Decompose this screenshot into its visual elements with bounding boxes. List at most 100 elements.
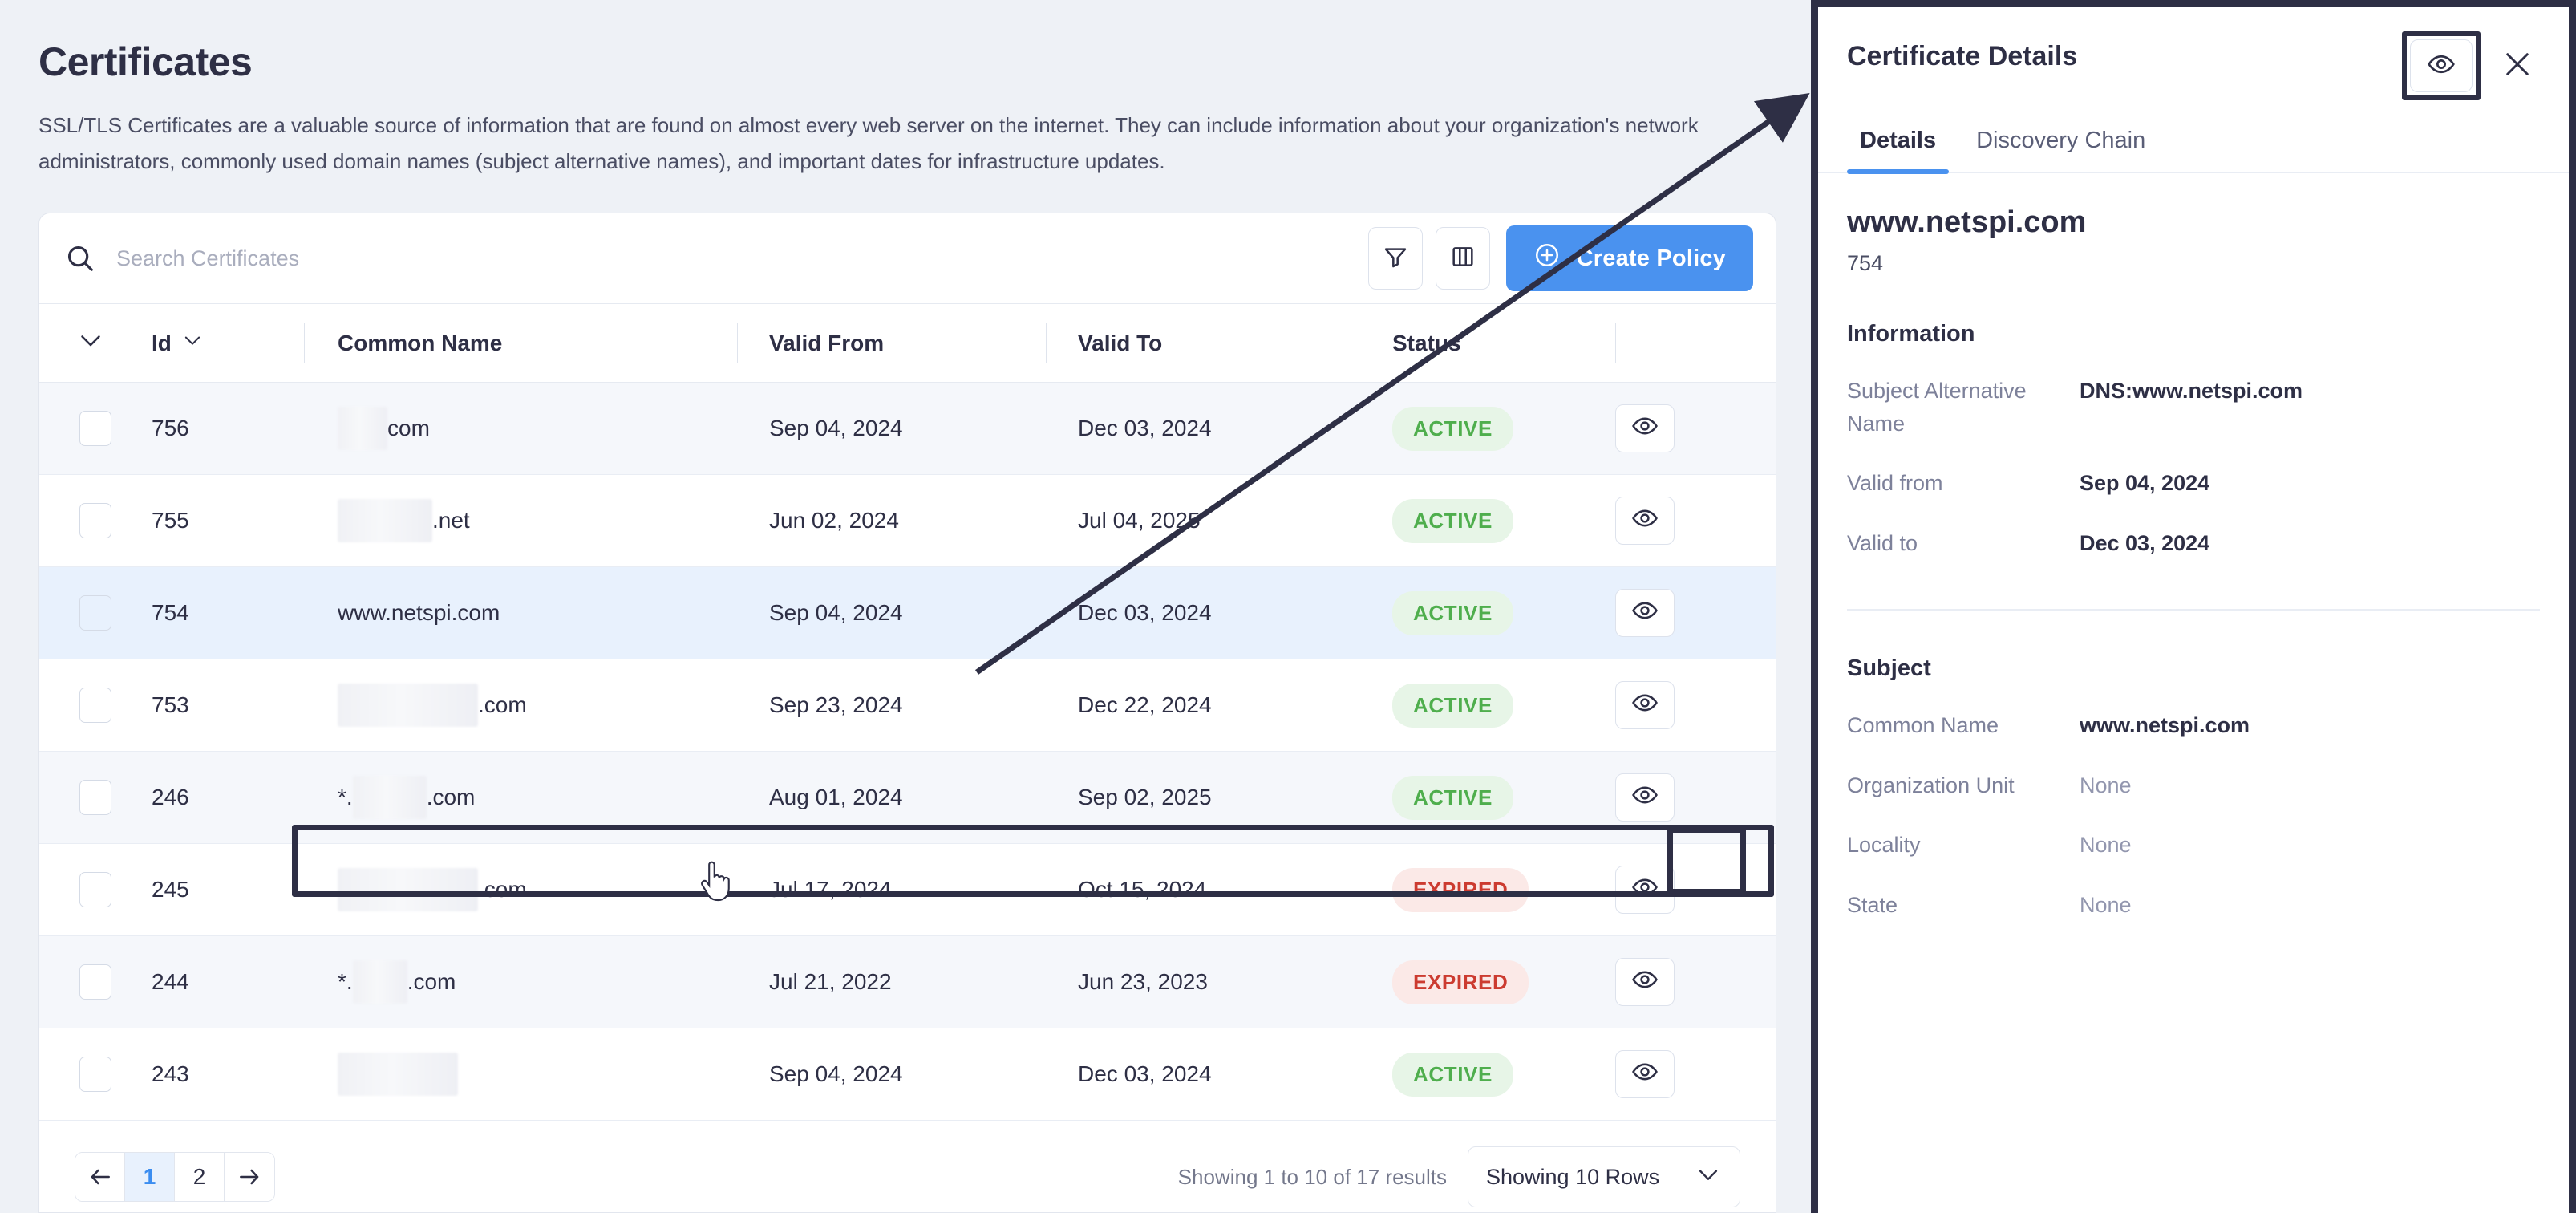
pagination-prev[interactable] (75, 1153, 125, 1201)
columns-button[interactable] (1435, 227, 1490, 290)
cell-valid-from: Jul 17, 2024 (737, 843, 1046, 936)
view-certificate-button[interactable] (1615, 589, 1675, 637)
panel-close-button[interactable] (2493, 39, 2542, 92)
redacted-text (352, 960, 407, 1004)
information-field-row: Subject Alternative Name DNS:www.netspi.c… (1847, 375, 2540, 440)
status-badge: EXPIRED (1392, 959, 1529, 1004)
table-row[interactable]: 756 com Sep 04, 2024 Dec 03, 2024 ACTIVE (39, 382, 1776, 475)
row-select-cell[interactable] (39, 474, 152, 567)
panel-information-fields: Subject Alternative Name DNS:www.netspi.c… (1847, 375, 2540, 559)
pagination: 1 2 (75, 1152, 275, 1202)
cell-id: 754 (152, 566, 304, 659)
table-row[interactable]: 754 www.netspi.com Sep 04, 2024 Dec 03, 202… (39, 566, 1776, 659)
row-select-cell[interactable] (39, 566, 152, 659)
eye-icon (1631, 597, 1659, 630)
create-policy-button[interactable]: Create Policy (1505, 225, 1753, 291)
field-value: None (2080, 892, 2132, 917)
cell-id: 755 (152, 474, 304, 567)
filter-button[interactable] (1367, 227, 1423, 290)
cell-valid-to: Jul 04, 2025 (1046, 474, 1359, 567)
redacted-text (338, 407, 387, 450)
view-certificate-button[interactable] (1615, 1050, 1675, 1098)
cell-valid-from: Jul 21, 2022 (737, 935, 1046, 1028)
tab-discovery-chain[interactable]: Discovery Chain (1963, 128, 2158, 172)
field-value: None (2080, 833, 2132, 857)
row-checkbox[interactable] (79, 503, 111, 538)
header-id[interactable]: Id (152, 303, 304, 383)
cell-id: 246 (152, 751, 304, 844)
sort-chevron-down-icon[interactable] (181, 329, 204, 357)
row-select-cell[interactable] (39, 935, 152, 1028)
panel-header-actions (2402, 31, 2542, 100)
row-select-cell[interactable] (39, 1028, 152, 1121)
cell-actions (1615, 474, 1776, 567)
pagination-next[interactable] (225, 1153, 274, 1201)
header-common-name[interactable]: Common Name (304, 303, 737, 383)
table-row[interactable]: 244 *. .com Jul 21, 2022 Jun 23, 2023 EXPIRED (39, 935, 1776, 1028)
header-valid-to[interactable]: Valid To (1046, 303, 1359, 383)
header-id-label: Id (152, 330, 172, 355)
cell-valid-to: Dec 03, 2024 (1046, 566, 1359, 659)
filter-icon (1383, 244, 1408, 274)
field-value: None (2080, 773, 2132, 797)
view-certificate-button[interactable] (1615, 866, 1675, 914)
view-certificate-button[interactable] (1615, 773, 1675, 822)
common-name-prefix: *. (338, 969, 353, 994)
cell-actions (1615, 659, 1776, 752)
header-valid-from[interactable]: Valid From (737, 303, 1046, 383)
row-select-cell[interactable] (39, 751, 152, 844)
table-row[interactable]: 245 .com Jul 17, 2024 Oct 15, 2024 EXPIRED (39, 843, 1776, 936)
rows-per-page-select[interactable]: Showing 10 Rows (1468, 1146, 1740, 1207)
status-badge: ACTIVE (1392, 1052, 1513, 1097)
common-name-text: .net (432, 508, 470, 533)
common-name-text: www.netspi.com (338, 600, 500, 625)
view-certificate-button[interactable] (1615, 404, 1675, 452)
row-checkbox[interactable] (79, 780, 111, 815)
table-footer: 1 2 Showing 1 to 10 of 17 results Showin… (39, 1142, 1776, 1212)
row-select-cell[interactable] (39, 382, 152, 475)
certificates-table: Id Common Name Valid From Valid To Statu… (39, 303, 1776, 1121)
row-select-cell[interactable] (39, 659, 152, 752)
row-checkbox[interactable] (79, 411, 111, 446)
redacted-text (338, 1053, 458, 1096)
cell-common-name: *. .com (304, 751, 737, 844)
row-checkbox[interactable] (79, 595, 111, 631)
subject-field-row: State None (1847, 889, 2540, 922)
cell-valid-to: Jun 23, 2023 (1046, 935, 1359, 1028)
row-select-cell[interactable] (39, 843, 152, 936)
cell-valid-to: Sep 02, 2025 (1046, 751, 1359, 844)
cell-common-name (304, 1028, 737, 1121)
table-row[interactable]: 246 *. .com Aug 01, 2024 Sep 02, 2025 ACTIVE (39, 751, 1776, 844)
cell-id: 243 (152, 1028, 304, 1121)
field-label: Locality (1847, 833, 1921, 857)
table-body: 756 com Sep 04, 2024 Dec 03, 2024 ACTIVE 755.… (39, 382, 1776, 1121)
header-select-all[interactable] (39, 303, 152, 383)
search-input[interactable] (116, 245, 694, 271)
cell-actions (1615, 382, 1776, 475)
panel-certificate-common-name: www.netspi.com (1847, 205, 2087, 239)
row-checkbox[interactable] (79, 1057, 111, 1092)
row-checkbox[interactable] (79, 688, 111, 723)
table-header-row: Id Common Name Valid From Valid To Statu… (39, 303, 1776, 383)
pagination-page-2[interactable]: 2 (175, 1153, 225, 1201)
chevron-down-icon[interactable] (76, 335, 105, 359)
cell-valid-to: Dec 03, 2024 (1046, 1028, 1359, 1121)
status-badge: ACTIVE (1392, 406, 1513, 451)
row-checkbox[interactable] (79, 964, 111, 1000)
row-checkbox[interactable] (79, 872, 111, 907)
table-row[interactable]: 755 .net Jun 02, 2024 Jul 04, 2025 ACTIVE (39, 474, 1776, 567)
panel-view-button[interactable] (2410, 39, 2473, 92)
tab-details[interactable]: Details (1847, 128, 1950, 174)
pagination-page-1[interactable]: 1 (125, 1153, 175, 1201)
panel-title: Certificate Details (1847, 41, 2078, 71)
cell-common-name: *. .com (304, 935, 737, 1028)
cell-common-name: www.netspi.com (304, 566, 737, 659)
subject-field-row: Locality None (1847, 829, 2540, 862)
view-certificate-button[interactable] (1615, 958, 1675, 1006)
table-row[interactable]: 753 .com Sep 23, 2024 Dec 22, 2024 ACTIVE (39, 659, 1776, 752)
header-status[interactable]: Status (1359, 303, 1615, 383)
view-certificate-button[interactable] (1615, 681, 1675, 729)
information-field-row: Valid from Sep 04, 2024 (1847, 467, 2540, 500)
table-row[interactable]: 243 Sep 04, 2024 Dec 03, 2024 ACTIVE (39, 1028, 1776, 1121)
view-certificate-button[interactable] (1615, 497, 1675, 545)
